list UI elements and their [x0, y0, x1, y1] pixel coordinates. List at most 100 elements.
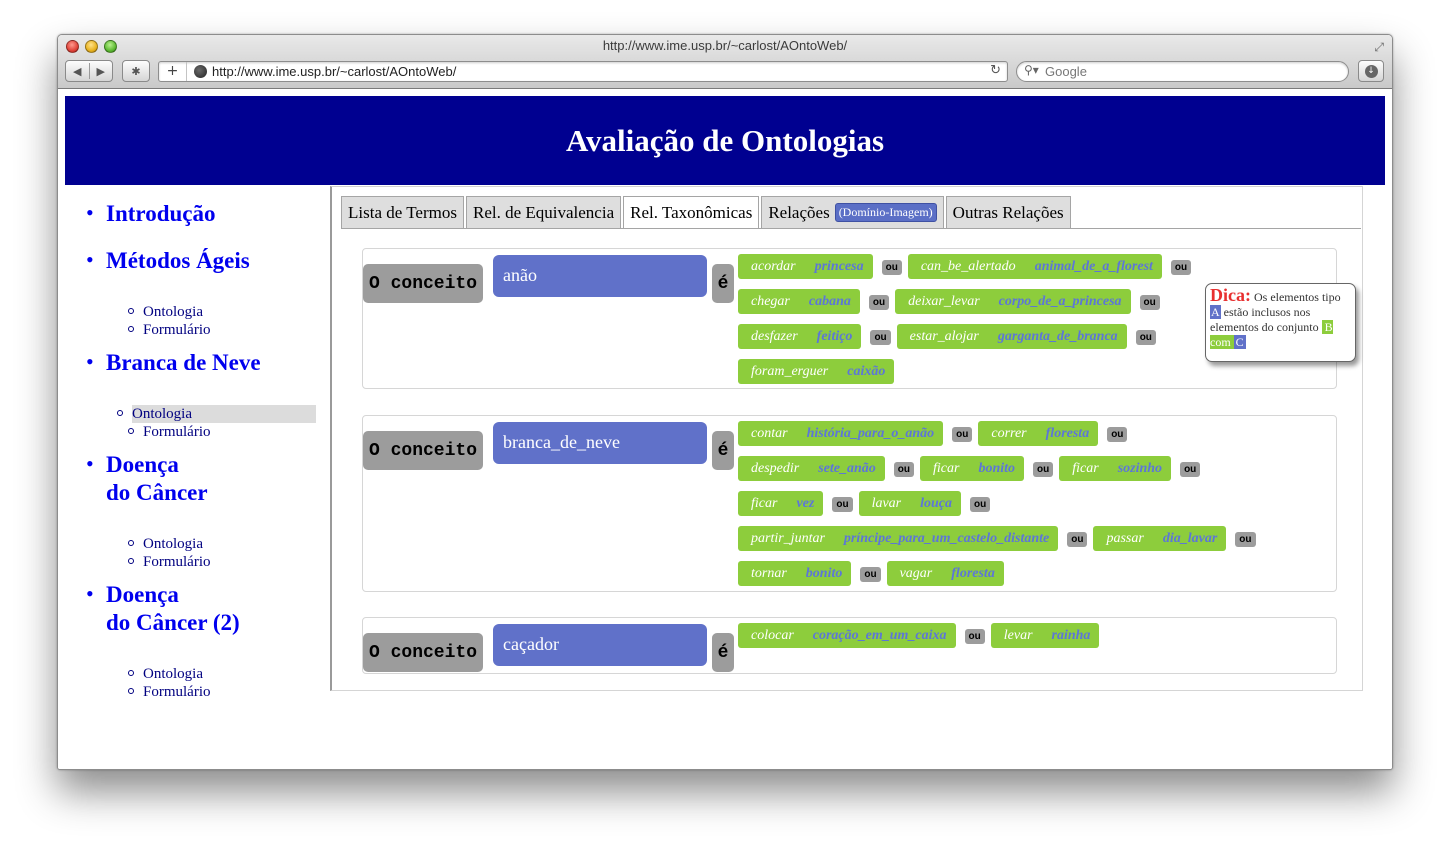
- relation-pill[interactable]: passar dia_lavar: [1093, 526, 1227, 551]
- search-placeholder: Google: [1045, 64, 1087, 79]
- relation-pill[interactable]: tornar bonito: [738, 561, 852, 586]
- relation-pill[interactable]: acordar princesa: [738, 254, 873, 279]
- relation-object: garganta_de_branca: [997, 328, 1118, 344]
- or-separator: ou: [870, 330, 891, 345]
- relation-verb: ficar: [751, 495, 778, 511]
- concept-name[interactable]: caçador: [493, 624, 707, 666]
- sidebar-sub-metodos-formulario[interactable]: Formulário: [128, 321, 312, 339]
- relation-object: dia_lavar: [1162, 530, 1218, 546]
- sidebar-sub-branca-ontologia[interactable]: Ontologia: [117, 405, 316, 423]
- relation-object: floresta: [951, 565, 995, 581]
- relation-verb: estar_alojar: [909, 328, 979, 344]
- relation-pill[interactable]: ficar bonito: [920, 456, 1025, 481]
- back-button[interactable]: ◀: [66, 65, 89, 78]
- relation-verb: levar: [1003, 627, 1033, 643]
- concept-name[interactable]: anão: [493, 255, 707, 297]
- relation-object: corpo_de_a_princesa: [998, 293, 1122, 309]
- browser-toolbar: http://www.ime.usp.br/~carlost/AOntoWeb/…: [58, 35, 1392, 89]
- downloads-button[interactable]: ↓: [1358, 60, 1384, 82]
- tab-outras-relacoes[interactable]: Outras Relações: [945, 196, 1071, 228]
- relation-pill[interactable]: ficar sozinho: [1059, 456, 1172, 481]
- download-icon: ↓: [1364, 64, 1378, 78]
- sidebar-sub-cancer2-formulario[interactable]: Formulário: [128, 683, 312, 701]
- fullscreen-icon[interactable]: ⤢: [1374, 40, 1384, 55]
- title-line: Doença: [106, 452, 179, 477]
- tab-rel-equivalencia[interactable]: Rel. de Equivalencia: [465, 196, 622, 228]
- add-bookmark-button[interactable]: +: [159, 62, 187, 81]
- relation-pill[interactable]: vagar floresta: [886, 561, 1004, 586]
- or-separator: ou: [1139, 295, 1160, 310]
- concept-label: O conceito: [363, 264, 483, 303]
- develop-button[interactable]: ✱: [122, 60, 150, 82]
- relation-pill[interactable]: partir_juntar príncipe_para_um_castelo_di…: [738, 526, 1059, 551]
- is-label: é: [712, 264, 734, 303]
- or-separator: ou: [860, 567, 881, 582]
- relation-verb: desfazer: [751, 328, 798, 344]
- tab-bar: Lista de Termos Rel. de Equivalencia Rel…: [341, 196, 1073, 229]
- relation-object: rainha: [1051, 627, 1091, 643]
- relation-verb: chegar: [751, 293, 790, 309]
- or-separator: ou: [1033, 462, 1054, 477]
- relation-pill[interactable]: contar história_para_o_anão: [738, 421, 944, 446]
- relation-verb: despedir: [751, 460, 800, 476]
- sidebar-link-branca-de-neve[interactable]: Branca de Neve: [106, 349, 261, 377]
- relation-pill[interactable]: chegar cabana: [738, 289, 860, 314]
- url-text[interactable]: http://www.ime.usp.br/~carlost/AOntoWeb/: [212, 64, 456, 79]
- sidebar-link-introducao[interactable]: Introdução: [106, 200, 216, 228]
- relation-pill[interactable]: can_be_alertado animal_de_a_florest: [907, 254, 1162, 279]
- sidebar-link-metodos-ageis[interactable]: Métodos Ágeis: [106, 247, 250, 275]
- relation-pill[interactable]: estar_alojar garganta_de_branca: [896, 324, 1127, 349]
- relation-pill[interactable]: levar rainha: [990, 623, 1100, 648]
- sidebar-sub-branca-formulario[interactable]: Formulário: [128, 423, 312, 441]
- sidebar-sub-metodos-ontologia[interactable]: Ontologia: [128, 303, 312, 321]
- reload-icon[interactable]: ↻: [990, 63, 1001, 78]
- search-input[interactable]: ⚲▾ Google: [1016, 61, 1349, 82]
- bullet: •: [86, 349, 94, 374]
- relation-pill[interactable]: despedir sete_anão: [738, 456, 885, 481]
- relation-verb: can_be_alertado: [920, 258, 1016, 274]
- relation-pill[interactable]: correr floresta: [978, 421, 1099, 446]
- relation-pill[interactable]: foram_erguer caixão: [738, 359, 895, 384]
- concept-label: O conceito: [363, 633, 483, 672]
- or-separator: ou: [868, 295, 890, 310]
- is-label: é: [712, 431, 734, 470]
- sidebar-sub-cancer-formulario[interactable]: Formulário: [128, 553, 312, 571]
- or-separator: ou: [893, 462, 914, 477]
- relation-object: bonito: [805, 565, 843, 581]
- sidebar-sub-cancer-ontologia[interactable]: Ontologia: [128, 535, 312, 553]
- tip-text: estão inclusos nos elementos do conjunto: [1210, 305, 1319, 334]
- relation-object: príncipe_para_um_castelo_distante: [843, 530, 1050, 546]
- bullet: •: [86, 581, 94, 606]
- concept-name[interactable]: branca_de_neve: [493, 422, 707, 464]
- or-separator: ou: [1067, 532, 1088, 547]
- relation-row: contar história_para_o_anão ou correr flores…: [738, 421, 1333, 456]
- page-title: Avaliação de Ontologias: [65, 96, 1385, 185]
- or-separator: ou: [1235, 532, 1256, 547]
- relation-pill[interactable]: ficar vez: [738, 491, 824, 516]
- relation-pill[interactable]: desfazer feitiço: [738, 324, 862, 349]
- tab-rel-taxonomicas[interactable]: Rel. Taxonômicas: [623, 196, 760, 229]
- title-line: do Câncer (2): [106, 610, 240, 635]
- relation-object: caixão: [847, 363, 886, 379]
- address-bar[interactable]: + http://www.ime.usp.br/~carlost/AOntoWe…: [158, 61, 1008, 82]
- relation-row: partir_juntar príncipe_para_um_castelo_di…: [738, 526, 1333, 561]
- relation-object: princesa: [814, 258, 864, 274]
- relation-verb: foram_erguer: [751, 363, 829, 379]
- title-line: Doença: [106, 582, 179, 607]
- relation-row: ficar vez ou lavar louça ou: [738, 491, 1333, 526]
- sidebar-link-doenca-cancer-2[interactable]: Doença do Câncer (2): [106, 581, 240, 637]
- relation-verb: tornar: [751, 565, 787, 581]
- tab-badge: (Domínio-Imagem): [834, 203, 937, 222]
- tab-relacoes[interactable]: Relações (Domínio-Imagem): [761, 196, 944, 228]
- relation-pill[interactable]: deixar_levar corpo_de_a_princesa: [895, 289, 1131, 314]
- sidebar-sub-cancer2-ontologia[interactable]: Ontologia: [128, 665, 312, 683]
- relation-verb: ficar: [933, 460, 960, 476]
- tab-lista-de-termos[interactable]: Lista de Termos: [341, 196, 464, 228]
- relation-pill[interactable]: colocar coração_em_um_caixa: [738, 623, 956, 648]
- forward-button[interactable]: ▶: [90, 65, 113, 78]
- sidebar-link-doenca-cancer[interactable]: Doença do Câncer: [106, 451, 208, 507]
- concept-label: O conceito: [363, 431, 483, 470]
- or-separator: ou: [964, 629, 985, 644]
- relation-pill[interactable]: lavar louça: [858, 491, 962, 516]
- site-globe-icon: [194, 65, 207, 78]
